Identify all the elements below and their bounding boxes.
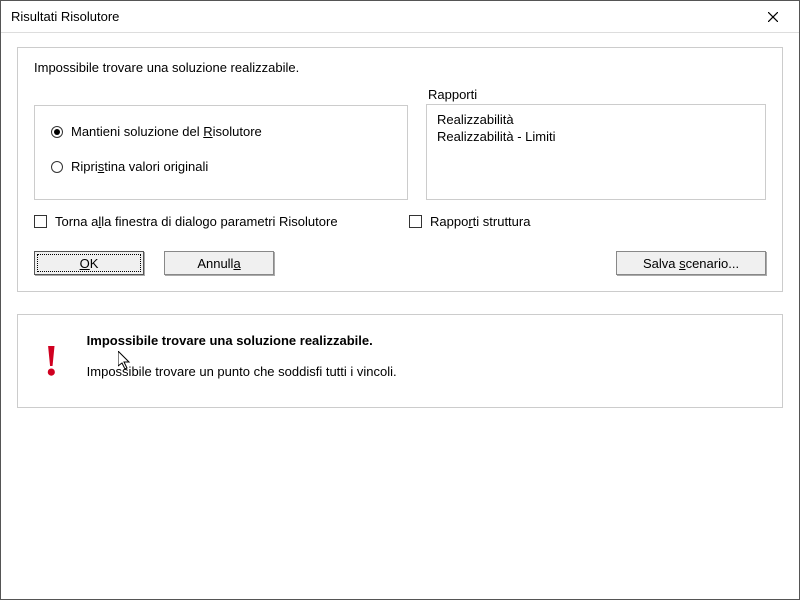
radio-icon-checked: [51, 126, 63, 138]
top-row: Mantieni soluzione del Risolutore Ripris…: [34, 87, 766, 200]
radio-icon: [51, 161, 63, 173]
button-row: OK Annulla Salva scenario...: [34, 251, 766, 275]
cancel-button[interactable]: Annulla: [164, 251, 274, 275]
checkbox-icon: [34, 215, 47, 228]
message-panel: ! Impossibile trovare una soluzione real…: [17, 314, 783, 408]
checkbox-icon: [409, 215, 422, 228]
return-to-params-label: Torna alla finestra di dialogo parametri…: [55, 214, 338, 229]
return-to-params-checkbox[interactable]: Torna alla finestra di dialogo parametri…: [34, 214, 391, 229]
close-button[interactable]: [757, 5, 789, 29]
reports-column: Rapporti Realizzabilità Realizzabilità -…: [426, 87, 766, 200]
structure-reports-checkbox[interactable]: Rapporti struttura: [409, 214, 766, 229]
ok-button[interactable]: OK: [34, 251, 144, 275]
dialog-content: Impossibile trovare una soluzione realiz…: [1, 33, 799, 422]
restore-values-radio[interactable]: Ripristina valori originali: [51, 159, 391, 174]
spacer: [294, 251, 596, 275]
keep-solution-radio[interactable]: Mantieni soluzione del Risolutore: [51, 124, 391, 139]
status-text: Impossibile trovare una soluzione realiz…: [34, 60, 766, 75]
message-body: Impossibile trovare un punto che soddisf…: [87, 364, 397, 379]
titlebar: Risultati Risolutore: [1, 1, 799, 33]
message-title: Impossibile trovare una soluzione realiz…: [87, 333, 397, 348]
close-icon: [768, 12, 778, 22]
report-item[interactable]: Realizzabilità: [437, 111, 755, 128]
main-panel: Impossibile trovare una soluzione realiz…: [17, 47, 783, 292]
window-title: Risultati Risolutore: [11, 9, 119, 24]
reports-label: Rapporti: [426, 87, 766, 102]
structure-reports-label: Rapporti struttura: [430, 214, 530, 229]
message-text: Impossibile trovare una soluzione realiz…: [87, 333, 397, 379]
alert-icon: !: [44, 341, 59, 381]
restore-values-label: Ripristina valori originali: [71, 159, 208, 174]
reports-listbox[interactable]: Realizzabilità Realizzabilità - Limiti: [426, 104, 766, 200]
report-item[interactable]: Realizzabilità - Limiti: [437, 128, 755, 145]
save-scenario-button[interactable]: Salva scenario...: [616, 251, 766, 275]
checkbox-row: Torna alla finestra di dialogo parametri…: [34, 214, 766, 229]
keep-solution-label: Mantieni soluzione del Risolutore: [71, 124, 262, 139]
solution-options: Mantieni soluzione del Risolutore Ripris…: [34, 105, 408, 200]
